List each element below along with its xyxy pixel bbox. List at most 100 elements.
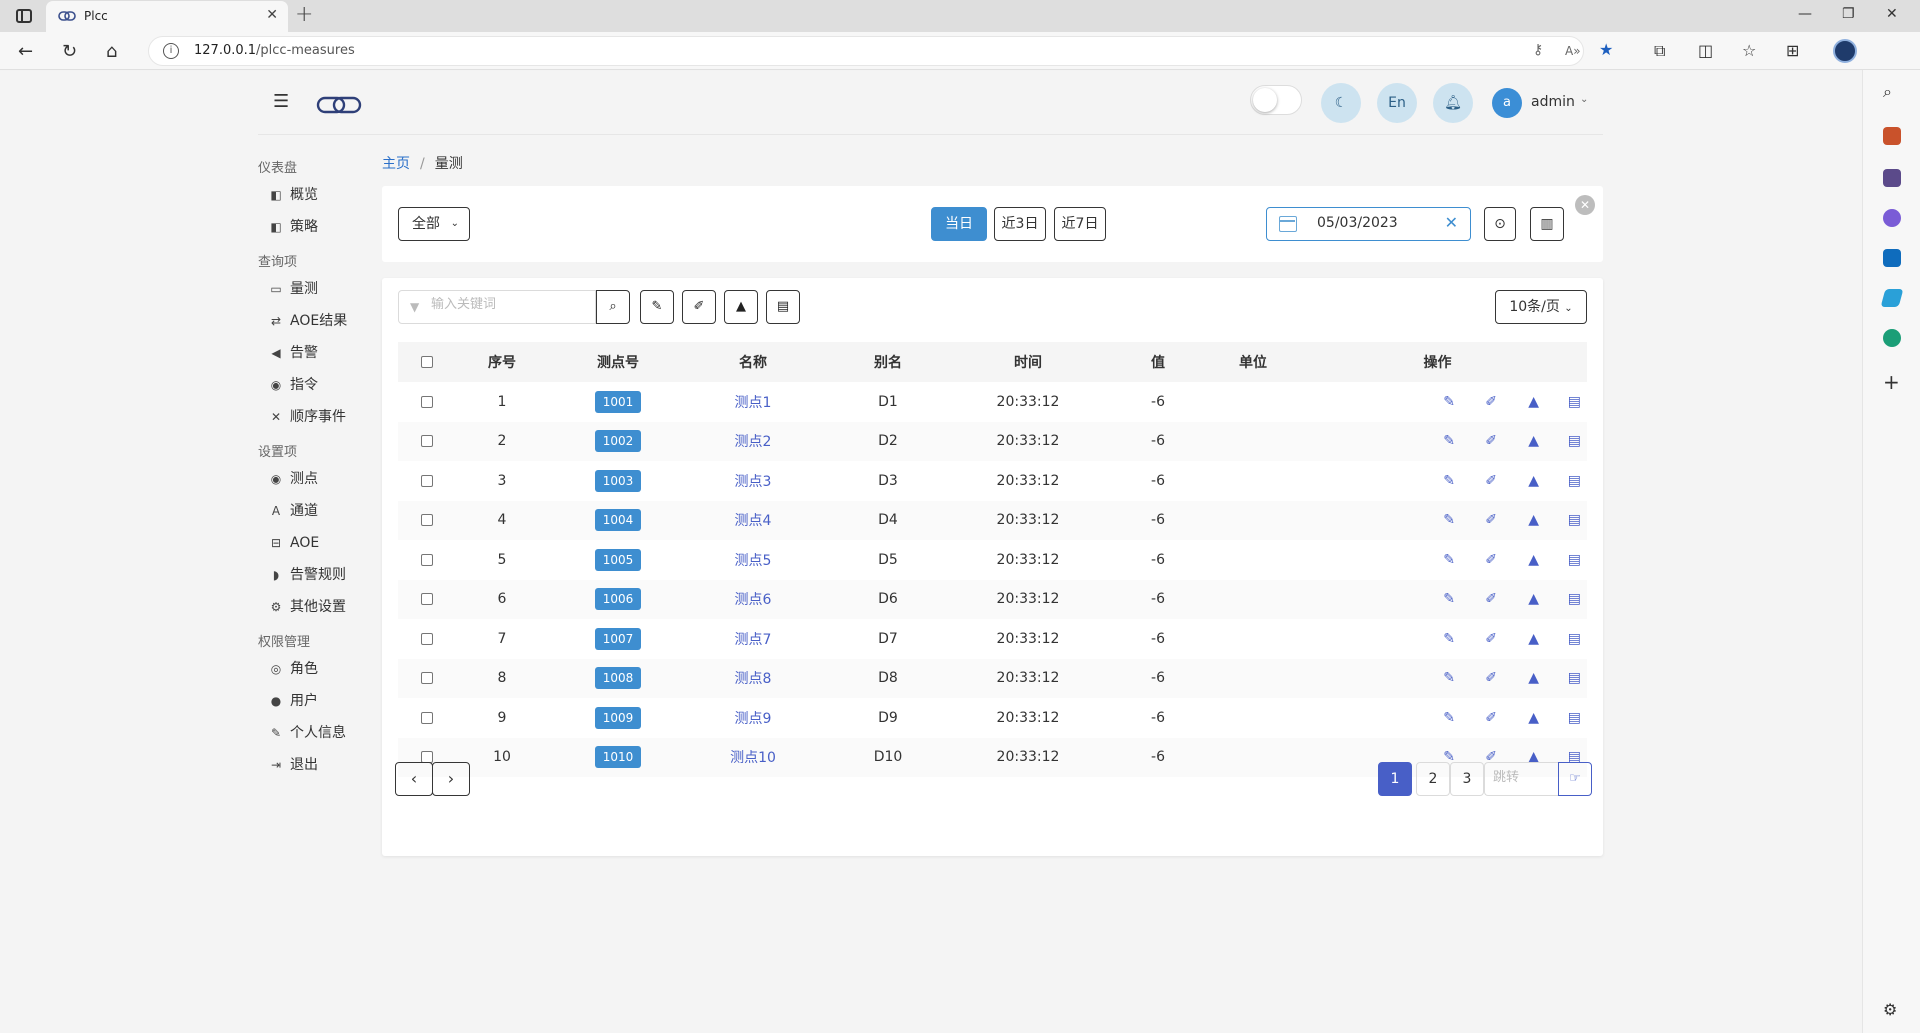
point-name-link[interactable]: 测点5 — [735, 553, 772, 569]
row-checkbox[interactable] — [421, 474, 433, 487]
point-name-link[interactable]: 测点8 — [735, 671, 772, 687]
sidebar-item[interactable]: ⇥ 退出 — [258, 749, 378, 781]
browser-tab[interactable]: Plcc ✕ — [46, 1, 288, 32]
sidebar-item[interactable]: ✕ 顺序事件 — [258, 401, 378, 433]
pencil-square-icon[interactable]: ✐ — [1455, 512, 1497, 528]
page-button-3[interactable]: 3 — [1450, 762, 1484, 796]
minimize-icon[interactable]: — — [1798, 6, 1812, 22]
pencil-square-icon[interactable]: ✐ — [1455, 552, 1497, 568]
edit-icon[interactable]: ✎ — [1413, 670, 1455, 686]
area-chart-icon[interactable]: ▲ — [1497, 552, 1539, 568]
page-size-select[interactable]: 10条/页 ⌄ — [1495, 290, 1587, 324]
file-icon[interactable]: ▤ — [1539, 591, 1581, 607]
sidebar-item[interactable]: ◉ 测点 — [258, 463, 378, 495]
row-checkbox[interactable] — [421, 553, 433, 566]
area-chart-icon[interactable]: ▲ — [1497, 512, 1539, 528]
sidebar-item[interactable]: ⚙ 其他设置 — [258, 591, 378, 623]
chevron-down-icon[interactable]: ⌄ — [1580, 94, 1588, 105]
edit-icon[interactable]: ✎ — [1413, 591, 1455, 607]
dark-mode-icon[interactable]: ☾ — [1321, 83, 1361, 123]
page-button-1[interactable]: 1 — [1378, 762, 1412, 796]
area-chart-icon[interactable]: ▲ — [724, 290, 758, 324]
row-checkbox[interactable] — [421, 435, 433, 448]
bar-chart-icon[interactable]: ▥ — [1530, 207, 1564, 241]
user-avatar[interactable]: a — [1492, 88, 1522, 118]
page-button-2[interactable]: 2 — [1416, 762, 1450, 796]
point-name-link[interactable]: 测点7 — [735, 632, 772, 648]
window-close-icon[interactable]: ✕ — [1886, 6, 1898, 22]
edit-icon[interactable]: ✎ — [1413, 710, 1455, 726]
row-checkbox[interactable] — [421, 672, 433, 685]
point-name-link[interactable]: 测点3 — [735, 474, 772, 490]
scope-select[interactable]: 全部 ⌄ — [398, 207, 470, 241]
edit-icon[interactable]: ✎ — [640, 290, 674, 324]
edit-icon[interactable]: ✎ — [1413, 512, 1455, 528]
date-picker-input[interactable]: 05/03/2023 ✕ — [1266, 207, 1471, 241]
extensions-icon[interactable]: ⧉ — [1654, 41, 1665, 61]
row-checkbox[interactable] — [421, 632, 433, 645]
file-icon[interactable]: ▤ — [1539, 710, 1581, 726]
point-name-link[interactable]: 测点6 — [735, 592, 772, 608]
profile-avatar[interactable] — [1833, 39, 1857, 63]
sidebar-item[interactable]: ◧ 概览 — [258, 179, 378, 211]
home-icon[interactable]: ⌂ — [106, 41, 117, 62]
edit-icon[interactable]: ✎ — [1413, 473, 1455, 489]
reload-icon[interactable]: ↻ — [62, 41, 77, 62]
file-icon[interactable]: ▤ — [1539, 512, 1581, 528]
sidebar-item[interactable]: ◉ 指令 — [258, 369, 378, 401]
language-button[interactable]: En — [1377, 83, 1417, 123]
theme-toggle-switch[interactable] — [1250, 85, 1302, 115]
select-all-checkbox[interactable] — [421, 356, 433, 368]
area-chart-icon[interactable]: ▲ — [1497, 631, 1539, 647]
sidebar-item[interactable]: A 通道 — [258, 495, 378, 527]
edit-icon[interactable]: ✎ — [1413, 394, 1455, 410]
point-name-link[interactable]: 测点10 — [730, 750, 776, 766]
area-chart-icon[interactable]: ▲ — [1497, 670, 1539, 686]
shopping-icon[interactable] — [1883, 127, 1901, 145]
hamburger-menu-icon[interactable]: ☰ — [273, 91, 289, 112]
add-sidebar-app-icon[interactable]: + — [1883, 370, 1900, 394]
file-icon[interactable]: ▤ — [1539, 394, 1581, 410]
row-checkbox[interactable] — [421, 395, 433, 408]
edit-icon[interactable]: ✎ — [1413, 552, 1455, 568]
point-name-link[interactable]: 测点2 — [735, 434, 772, 450]
tab-close-icon[interactable]: ✕ — [266, 7, 278, 23]
prev-page-icon[interactable]: ‹ — [395, 762, 433, 796]
edge-drop-icon[interactable] — [1883, 329, 1901, 347]
row-checkbox[interactable] — [421, 514, 433, 527]
clock-icon[interactable]: ⊙ — [1484, 207, 1516, 241]
point-name-link[interactable]: 测点1 — [735, 395, 772, 411]
point-name-link[interactable]: 测点9 — [735, 711, 772, 727]
close-card-icon[interactable]: ✕ — [1575, 195, 1595, 215]
new-tab-icon[interactable]: + — [295, 2, 313, 27]
search-input[interactable] — [431, 297, 581, 312]
jump-input-wrapper[interactable] — [1484, 762, 1558, 796]
edit-icon[interactable]: ✎ — [1413, 433, 1455, 449]
last-3-days-button[interactable]: 近3日 — [994, 207, 1046, 241]
sidebar-item[interactable]: ◎ 角色 — [258, 653, 378, 685]
sidebar-item[interactable]: ✎ 个人信息 — [258, 717, 378, 749]
area-chart-icon[interactable]: ▲ — [1497, 433, 1539, 449]
copilot-icon[interactable] — [1883, 209, 1901, 227]
favorites-icon[interactable]: ☆ — [1742, 41, 1756, 60]
collections-icon[interactable]: ⊞ — [1786, 41, 1799, 60]
pencil-square-icon[interactable]: ✐ — [1455, 670, 1497, 686]
pencil-square-icon[interactable]: ✐ — [1455, 394, 1497, 410]
address-bar[interactable]: i 127.0.0.1/plcc-measures ⚷ A» ★ — [148, 36, 1613, 66]
search-icon[interactable]: ⌕ — [1883, 82, 1892, 102]
sidebar-settings-icon[interactable]: ⚙ — [1883, 1000, 1897, 1019]
edit-icon[interactable]: ✎ — [1413, 631, 1455, 647]
notification-bell-icon[interactable]: 🔔︎ — [1433, 83, 1473, 123]
file-icon[interactable]: ▤ — [766, 290, 800, 324]
pencil-square-icon[interactable]: ✐ — [1455, 433, 1497, 449]
sidebar-item[interactable]: ▭ 量测 — [258, 273, 378, 305]
sidebar-item[interactable]: ◀ 告警 — [258, 337, 378, 369]
back-icon[interactable]: ← — [18, 41, 33, 62]
next-page-icon[interactable]: › — [432, 762, 470, 796]
clear-date-icon[interactable]: ✕ — [1445, 213, 1458, 232]
send-icon[interactable] — [1880, 289, 1904, 307]
file-icon[interactable]: ▤ — [1539, 473, 1581, 489]
row-checkbox[interactable] — [421, 711, 433, 724]
jump-page-input[interactable] — [1493, 770, 1551, 785]
games-icon[interactable] — [1883, 169, 1901, 187]
